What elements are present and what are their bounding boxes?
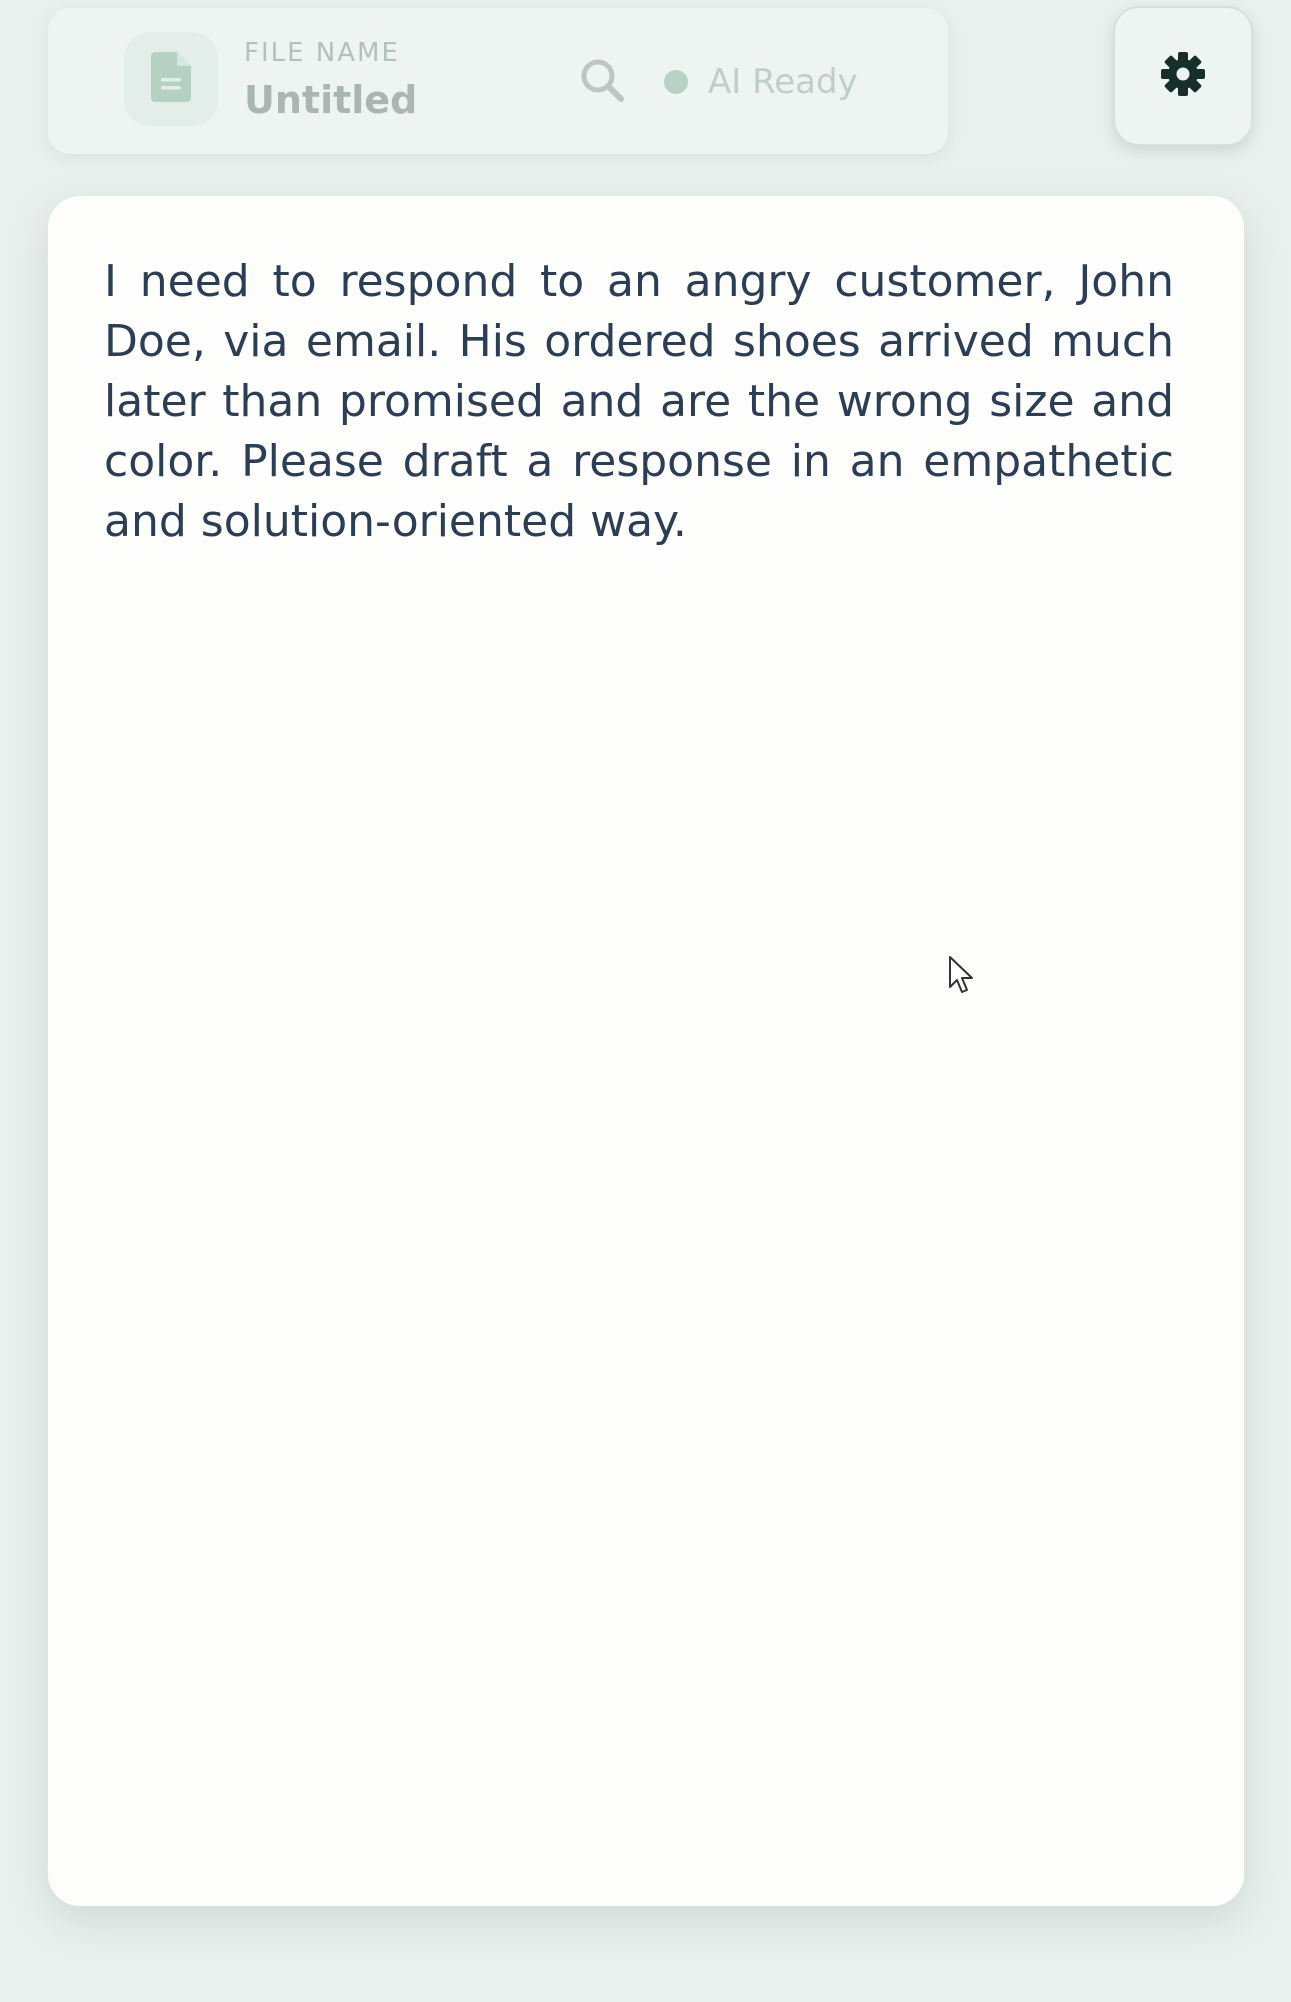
file-name-label: FILE NAME bbox=[244, 38, 400, 68]
status-text: AI Ready bbox=[708, 62, 858, 102]
editor-content[interactable]: I need to respond to an angry customer, … bbox=[104, 252, 1174, 552]
settings-button[interactable] bbox=[1113, 6, 1253, 146]
gear-icon bbox=[1160, 51, 1206, 101]
ai-status-indicator: AI Ready bbox=[664, 60, 858, 104]
text-editor[interactable]: I need to respond to an angry customer, … bbox=[48, 196, 1244, 1906]
file-name-value[interactable]: Untitled bbox=[244, 78, 417, 122]
search-icon bbox=[579, 57, 625, 107]
file-text-icon bbox=[151, 52, 191, 106]
file-icon-button[interactable] bbox=[124, 32, 218, 126]
file-header-bar: FILE NAME Untitled AI Ready bbox=[48, 8, 948, 154]
mouse-pointer-icon bbox=[948, 955, 976, 1001]
search-button[interactable] bbox=[576, 56, 628, 108]
status-dot bbox=[664, 70, 688, 94]
